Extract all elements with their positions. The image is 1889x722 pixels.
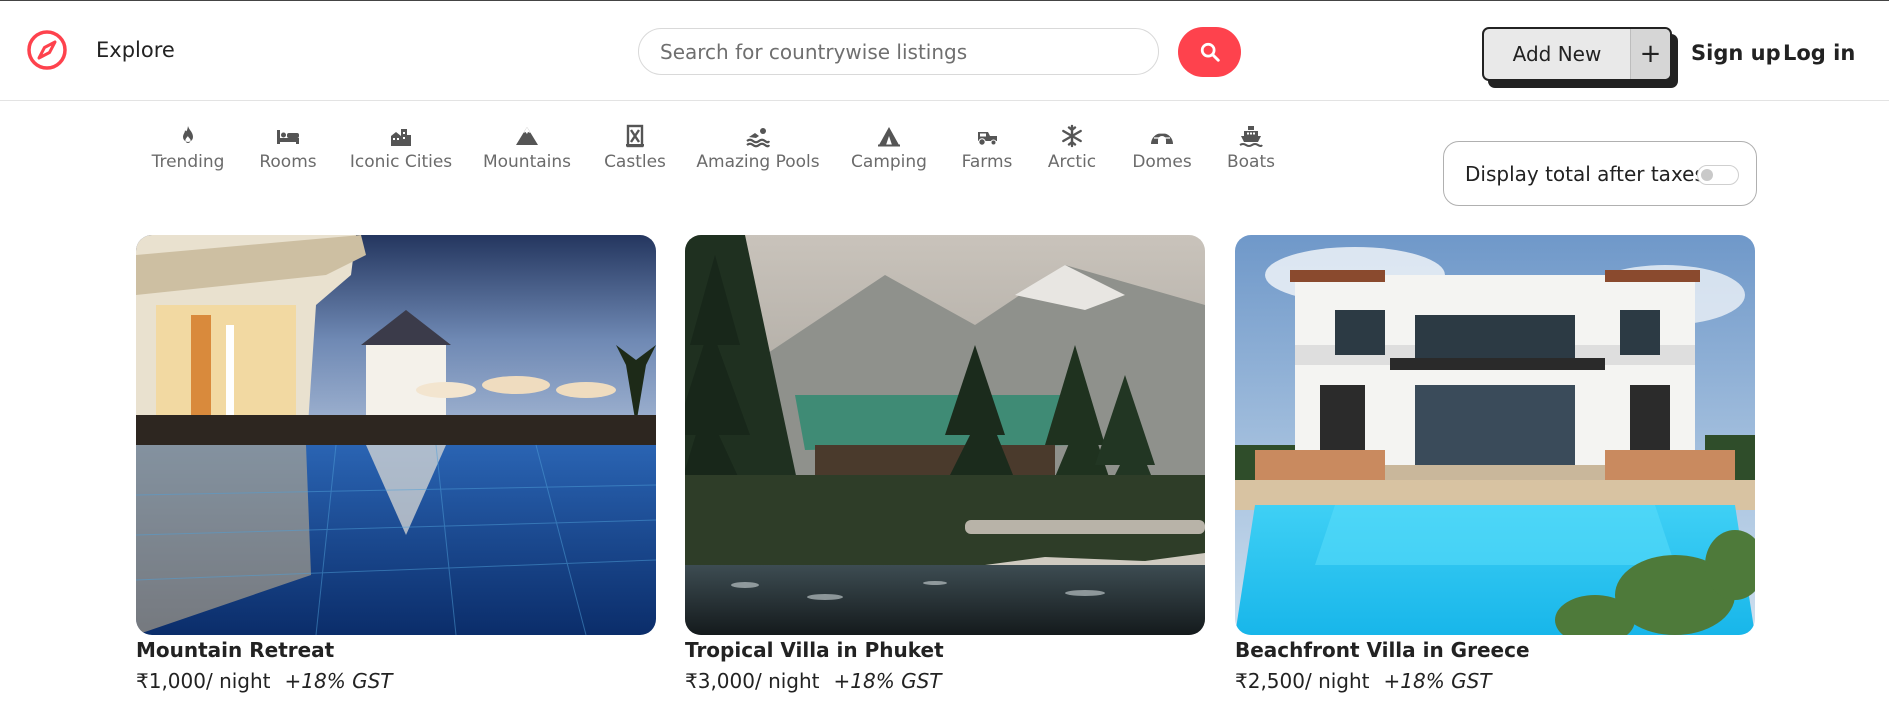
- filter-iconic-cities[interactable]: Iconic Cities: [341, 120, 461, 172]
- toggle-knob: [1701, 169, 1713, 181]
- filter-label: Trending: [151, 152, 225, 172]
- tent-icon: [878, 127, 900, 147]
- listing-title: Tropical Villa in Phuket: [685, 638, 944, 662]
- listing-image[interactable]: [685, 235, 1205, 635]
- explore-link[interactable]: Explore: [96, 38, 175, 62]
- navbar: Explore Add New + Sign up Log in: [0, 0, 1889, 101]
- city-icon: [391, 129, 411, 146]
- snowflake-icon: [1062, 124, 1082, 148]
- search-button[interactable]: [1178, 27, 1241, 77]
- listing-price: ₹2,500/ night +18% GST: [1235, 669, 1492, 693]
- search-input[interactable]: [638, 28, 1159, 75]
- castle-icon: [626, 124, 644, 148]
- fire-icon: [183, 126, 193, 143]
- filter-label: Camping: [851, 152, 927, 172]
- filter-label: Amazing Pools: [696, 152, 820, 172]
- filter-rooms[interactable]: Rooms: [228, 120, 348, 172]
- filter-label: Arctic: [1047, 152, 1097, 172]
- filter-castles[interactable]: Castles: [575, 120, 695, 172]
- filter-label: Boats: [1226, 152, 1275, 172]
- mountain-icon: [516, 127, 538, 145]
- ship-icon: [1239, 126, 1263, 147]
- listing-card[interactable]: Tropical Villa in Phuket ₹3,000/ night +1…: [685, 235, 1205, 695]
- tractor-icon: [978, 132, 997, 146]
- listing-image[interactable]: [136, 235, 656, 635]
- filter-mountains[interactable]: Mountains: [467, 120, 587, 172]
- tax-toggle-label: Display total after taxes: [1465, 161, 1705, 186]
- listing-card[interactable]: Beachfront Villa in Greece ₹2,500/ night…: [1235, 235, 1755, 695]
- signup-link[interactable]: Sign up: [1691, 41, 1781, 65]
- search-icon: [1200, 42, 1220, 62]
- tax-note: +18% GST: [284, 669, 393, 693]
- tax-toggle-switch[interactable]: [1697, 165, 1739, 185]
- plus-icon: +: [1630, 29, 1670, 79]
- bed-icon: [277, 130, 299, 144]
- filter-label: Farms: [961, 152, 1013, 172]
- filter-label: Iconic Cities: [349, 152, 453, 172]
- add-new-button[interactable]: Add New +: [1482, 27, 1672, 81]
- listing-price: ₹1,000/ night +18% GST: [136, 669, 393, 693]
- listing-image[interactable]: [1235, 235, 1755, 635]
- filter-label: Rooms: [259, 152, 317, 172]
- price-text: ₹3,000/ night: [685, 669, 820, 693]
- tax-note: +18% GST: [833, 669, 942, 693]
- compass-icon[interactable]: [26, 29, 68, 71]
- filter-boats[interactable]: Boats: [1191, 120, 1311, 172]
- filter-amazing-pools[interactable]: Amazing Pools: [696, 120, 820, 172]
- listing-title: Mountain Retreat: [136, 638, 335, 662]
- add-new-label: Add New: [1512, 42, 1602, 66]
- login-link[interactable]: Log in: [1783, 41, 1855, 65]
- filter-label: Mountains: [482, 152, 572, 172]
- igloo-icon: [1151, 127, 1173, 144]
- listing-title: Beachfront Villa in Greece: [1235, 638, 1530, 662]
- price-text: ₹1,000/ night: [136, 669, 271, 693]
- listing-card[interactable]: Mountain Retreat ₹1,000/ night +18% GST: [136, 235, 656, 695]
- price-text: ₹2,500/ night: [1235, 669, 1370, 693]
- tax-note: +18% GST: [1383, 669, 1492, 693]
- swimmer-icon: [746, 128, 770, 148]
- listing-price: ₹3,000/ night +18% GST: [685, 669, 942, 693]
- filter-label: Domes: [1132, 152, 1192, 172]
- filter-label: Castles: [604, 152, 666, 172]
- tax-toggle-box: Display total after taxes: [1443, 141, 1757, 206]
